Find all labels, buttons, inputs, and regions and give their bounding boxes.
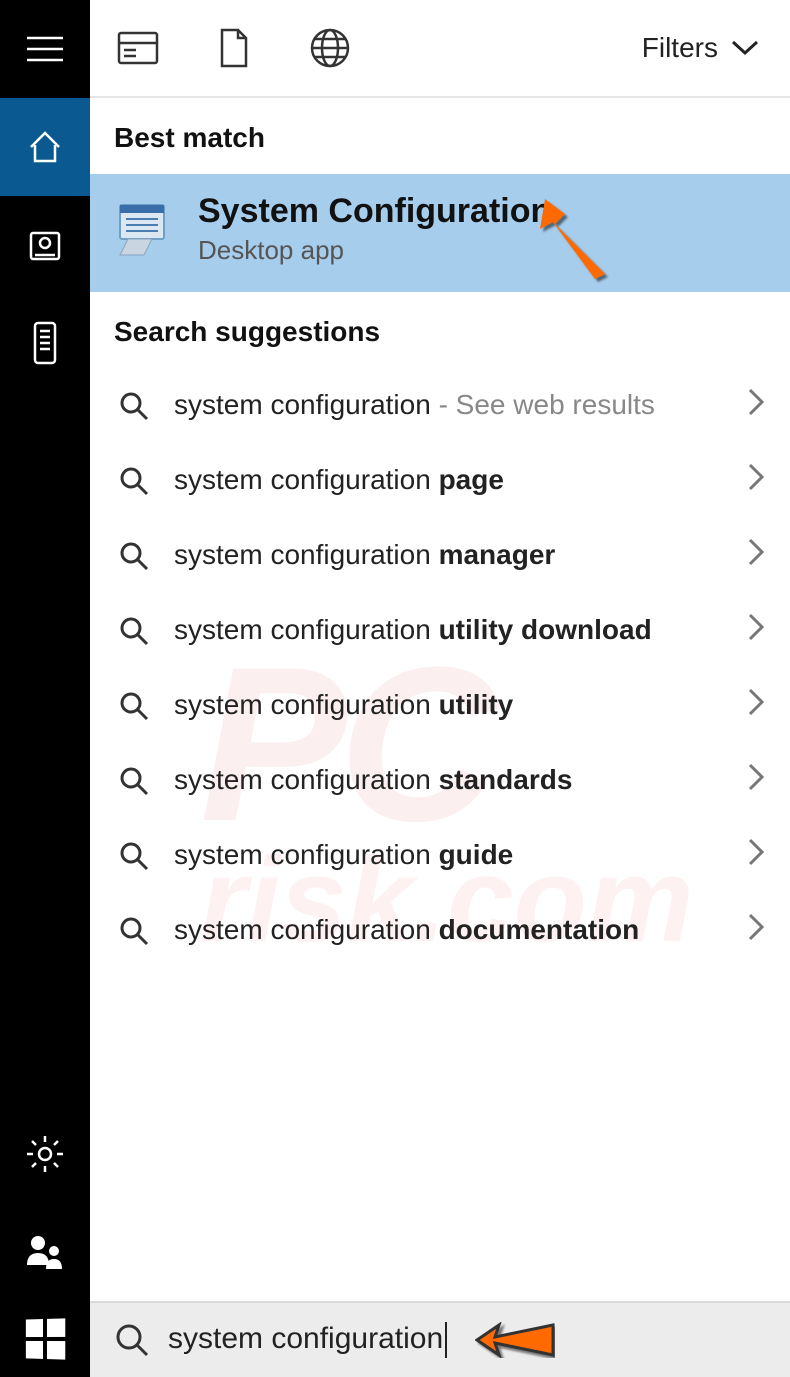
suggestion-item[interactable]: system configuration guide: [90, 818, 790, 893]
search-icon: [114, 840, 154, 872]
search-icon: [114, 1322, 150, 1358]
suggestion-item[interactable]: system configuration - See web results: [90, 368, 790, 443]
suggestion-text: system configuration - See web results: [174, 387, 726, 423]
search-input[interactable]: system configuration: [168, 1322, 447, 1358]
search-scope-tabs: Filters: [90, 0, 790, 98]
hamburger-menu-button[interactable]: [0, 0, 90, 98]
chevron-right-icon: [746, 386, 766, 425]
best-match-header: Best match: [90, 98, 790, 174]
suggestion-item[interactable]: system configuration standards: [90, 743, 790, 818]
chevron-right-icon: [746, 761, 766, 800]
suggestions-list: system configuration - See web results sy…: [90, 368, 790, 968]
chevron-right-icon: [746, 836, 766, 875]
scope-apps-icon[interactable]: [90, 0, 186, 97]
sidebar-remote[interactable]: [0, 294, 90, 392]
sidebar-settings[interactable]: [0, 1105, 90, 1203]
suggestion-text: system configuration manager: [174, 537, 726, 573]
chevron-right-icon: [746, 911, 766, 950]
suggestion-text: system configuration guide: [174, 837, 726, 873]
search-icon: [114, 540, 154, 572]
chevron-right-icon: [746, 686, 766, 725]
suggestion-item[interactable]: system configuration utility: [90, 668, 790, 743]
search-icon: [114, 465, 154, 497]
search-icon: [114, 615, 154, 647]
chevron-down-icon: [730, 39, 760, 57]
suggestion-text: system configuration documentation: [174, 912, 726, 948]
suggestion-item[interactable]: system configuration documentation: [90, 893, 790, 968]
suggestion-item[interactable]: system configuration page: [90, 443, 790, 518]
filters-label: Filters: [642, 32, 718, 64]
sidebar: [0, 0, 90, 1377]
sidebar-camera[interactable]: [0, 196, 90, 294]
sidebar-home[interactable]: [0, 98, 90, 196]
suggestion-text: system configuration page: [174, 462, 726, 498]
windows-start-button[interactable]: [0, 1301, 90, 1377]
scope-documents-icon[interactable]: [186, 0, 282, 97]
search-icon: [114, 390, 154, 422]
suggestion-text: system configuration standards: [174, 762, 726, 798]
best-match-result[interactable]: System Configuration Desktop app: [90, 174, 790, 292]
search-results-panel: PC risk.com Best match System Configurat…: [90, 98, 790, 1301]
filters-dropdown[interactable]: Filters: [642, 32, 790, 64]
suggestion-item[interactable]: system configuration manager: [90, 518, 790, 593]
best-match-subtitle: Desktop app: [198, 235, 551, 266]
search-icon: [114, 765, 154, 797]
suggestion-text: system configuration utility: [174, 687, 726, 723]
search-icon: [114, 915, 154, 947]
scope-web-icon[interactable]: [282, 0, 378, 97]
chevron-right-icon: [746, 611, 766, 650]
search-bar[interactable]: system configuration: [90, 1301, 790, 1377]
windows-logo-icon: [26, 1318, 65, 1359]
best-match-title: System Configuration: [198, 192, 551, 231]
suggestions-header: Search suggestions: [90, 292, 790, 368]
annotation-arrow-icon: [475, 1315, 555, 1365]
system-configuration-icon: [114, 197, 178, 261]
search-icon: [114, 690, 154, 722]
chevron-right-icon: [746, 536, 766, 575]
suggestion-item[interactable]: system configuration utility download: [90, 593, 790, 668]
chevron-right-icon: [746, 461, 766, 500]
suggestion-text: system configuration utility download: [174, 612, 726, 648]
sidebar-user[interactable]: [0, 1203, 90, 1301]
